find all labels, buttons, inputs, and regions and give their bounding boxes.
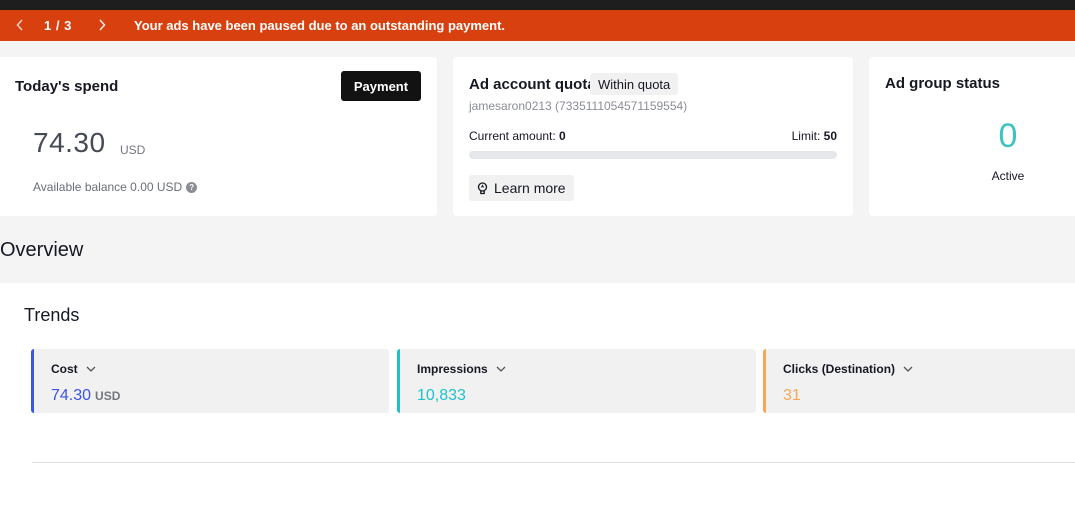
metric-value-cost-number: 74.30 [51, 387, 92, 404]
quota-limit-value: 50 [823, 129, 837, 143]
metric-selector-impressions[interactable]: Impressions [417, 362, 506, 376]
chevron-down-icon[interactable] [86, 366, 96, 372]
payment-alert-banner: 1 / 3 Your ads have been paused due to a… [0, 10, 1075, 41]
todays-spend-card: Today's spend Payment 74.30 USD Availabl… [0, 57, 437, 216]
metric-label-impressions: Impressions [417, 362, 488, 376]
payment-button[interactable]: Payment [341, 71, 421, 101]
ad-group-status-card: Ad group status 0 Active [869, 57, 1075, 216]
quota-limit-label: Limit: [791, 129, 824, 143]
ad-account-quota-title: Ad account quota [469, 76, 596, 93]
metric-color-bar [763, 349, 766, 413]
spend-value: 74.30 [33, 127, 106, 158]
chevron-left-icon[interactable] [14, 19, 26, 31]
learn-more-button[interactable]: Learn more [469, 175, 574, 201]
help-icon[interactable]: ? [186, 181, 198, 193]
banner-message: Your ads have been paused due to an outs… [134, 18, 506, 33]
lightbulb-icon [477, 181, 488, 195]
metric-value-cost: 74.30 USD [51, 387, 120, 405]
account-identifier: jamesaron0213 (7335111054571159554) [469, 99, 688, 113]
todays-spend-title: Today's spend [15, 78, 119, 95]
overview-heading: Overview [0, 239, 84, 261]
trends-panel: Trends Cost 74.30 USD Impressions 10,833 … [0, 283, 1075, 510]
spend-currency: USD [120, 143, 146, 157]
top-window-strip [0, 0, 1075, 10]
metric-color-bar [31, 349, 34, 413]
metric-card-impressions[interactable]: Impressions 10,833 [397, 349, 756, 413]
quota-limit: Limit: 50 [792, 129, 837, 143]
metric-selector-clicks-destination[interactable]: Clicks (Destination) [783, 362, 913, 376]
learn-more-label: Learn more [494, 180, 566, 196]
active-ad-group-count[interactable]: 0 [869, 117, 1075, 156]
chevron-down-icon[interactable] [903, 366, 913, 372]
metric-selector-cost[interactable]: Cost [51, 362, 96, 376]
trends-heading: Trends [24, 305, 80, 325]
active-ad-group-label: Active [991, 169, 1025, 183]
metric-label-clicks-destination: Clicks (Destination) [783, 362, 896, 376]
current-amount: Current amount: 0 [469, 129, 566, 143]
chevron-down-icon[interactable] [496, 366, 506, 372]
metric-value-clicks-destination: 31 [783, 387, 801, 404]
metric-color-bar [397, 349, 400, 413]
quota-status-badge: Within quota [590, 73, 679, 95]
current-amount-value: 0 [559, 129, 566, 143]
chevron-right-icon[interactable] [96, 19, 108, 31]
available-balance: Available balance 0.00 USD ? [33, 180, 198, 194]
metric-card-clicks-destination[interactable]: Clicks (Destination) 31 [763, 349, 1075, 413]
metric-unit-cost: USD [95, 389, 121, 403]
ad-account-quota-card: Ad account quota Within quota jamesaron0… [453, 57, 853, 216]
quota-progress-bar [469, 151, 837, 159]
metric-label-cost: Cost [51, 362, 78, 376]
divider [32, 462, 1075, 463]
metric-card-cost[interactable]: Cost 74.30 USD [31, 349, 389, 413]
current-amount-label: Current amount: [469, 129, 560, 143]
banner-pager: 1 / 3 [44, 18, 72, 33]
metric-value-impressions: 10,833 [417, 387, 466, 404]
available-balance-text: Available balance 0.00 USD [33, 180, 183, 194]
ad-group-status-title: Ad group status [885, 75, 1000, 92]
